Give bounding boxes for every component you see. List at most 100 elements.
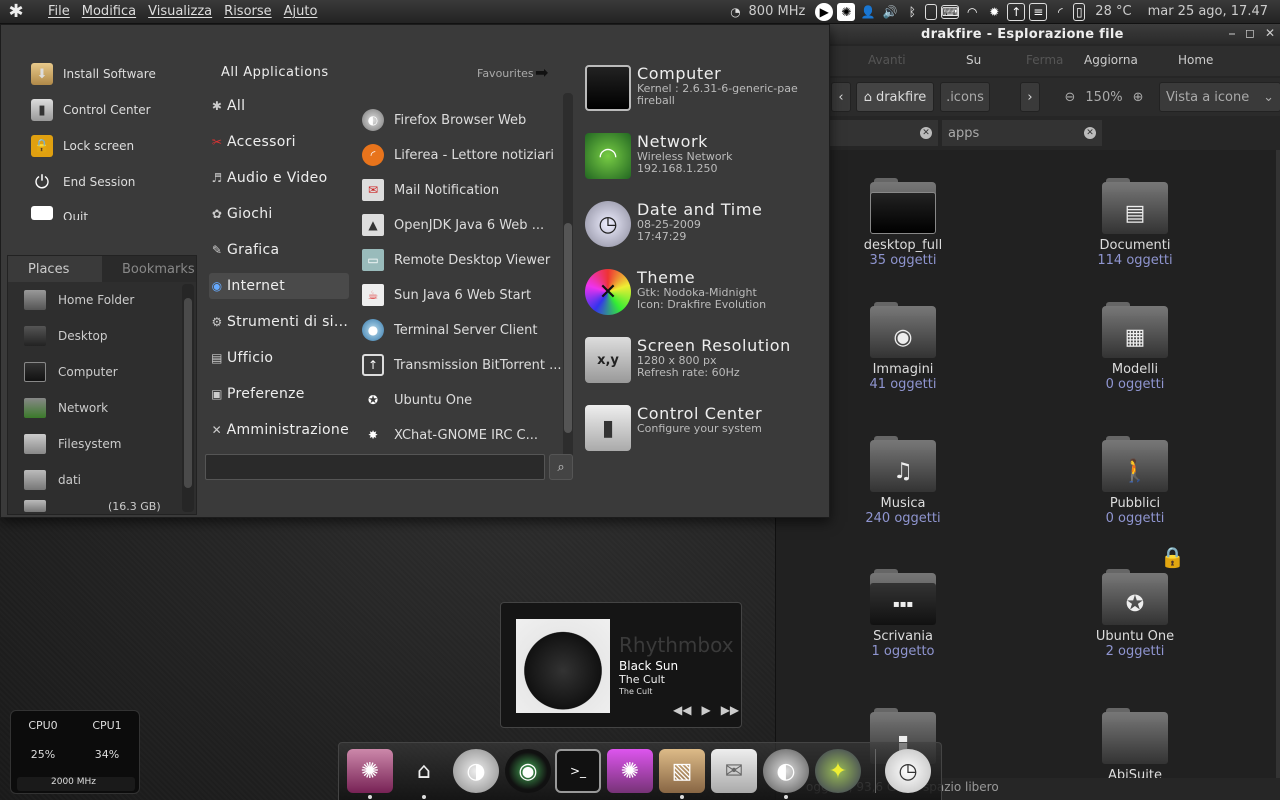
stop-button[interactable]: Ferma	[1026, 53, 1063, 67]
folder-immagini[interactable]: ◉ Immagini 41 oggetti	[828, 302, 978, 392]
place-filesystem[interactable]: Filesystem	[24, 432, 121, 456]
cpu-gauge-icon[interactable]: ◔	[727, 3, 745, 21]
folder-documenti[interactable]: ▤ Documenti 114 oggetti	[1060, 178, 1210, 268]
terminal-icon[interactable]: >_	[555, 749, 601, 793]
category-audio-video[interactable]: ♬ Audio e Video	[209, 165, 349, 191]
settings-icon[interactable]: ✺	[837, 2, 856, 21]
folder-modelli[interactable]: ▦ Modelli 0 oggetti	[1060, 302, 1210, 392]
system-computer[interactable]: Computer Kernel : 2.6.31-6-generic-pae f…	[585, 65, 798, 111]
path-drakfire[interactable]: ⌂ drakfire	[856, 82, 934, 112]
compass-icon[interactable]: ✦	[815, 749, 861, 793]
mail-icon[interactable]: ✉	[711, 749, 757, 793]
music-player-icon[interactable]: ◑	[453, 749, 499, 793]
place-computer[interactable]: Computer	[24, 360, 118, 384]
place-dati[interactable]: dati	[24, 468, 81, 492]
app-firefox[interactable]: ◐ Firefox Browser Web	[362, 107, 562, 133]
install-software-item[interactable]: ⬇ Install Software	[31, 62, 156, 86]
menu-visualizza[interactable]: Visualizza	[142, 4, 218, 19]
place-desktop[interactable]: Desktop	[24, 324, 108, 348]
home-icon[interactable]: ⌂	[401, 749, 447, 793]
app-transmission[interactable]: ↑ Transmission BitTorrent ...	[362, 352, 562, 378]
menu-file[interactable]: File	[42, 4, 76, 19]
menu-ajuto[interactable]: Ajuto	[278, 4, 324, 19]
favourites-link[interactable]: Favourites	[477, 67, 534, 80]
tab-bookmarks[interactable]: Bookmarks	[102, 256, 196, 282]
file-view-scrollbar[interactable]	[1276, 150, 1280, 778]
lock-screen-item[interactable]: 🔒 Lock screen	[31, 134, 134, 158]
chevron-right-icon[interactable]: ›	[1020, 82, 1040, 112]
bluetooth-icon[interactable]: ᛒ	[903, 3, 921, 21]
system-theme[interactable]: ✕ Theme Gtk: Nodoka-Midnight Icon: Drakf…	[585, 269, 766, 315]
category-internet[interactable]: ◉ Internet	[209, 273, 349, 299]
system-screen-resolution[interactable]: x,y Screen Resolution 1280 x 800 px Refr…	[585, 337, 791, 383]
menu-search-input[interactable]	[205, 454, 545, 480]
settings-icon[interactable]: ✺	[347, 749, 393, 793]
app-openjdk[interactable]: ▲ OpenJDK Java 6 Web ...	[362, 212, 562, 238]
app-sun-java[interactable]: ☕ Sun Java 6 Web Start	[362, 282, 562, 308]
user-icon[interactable]: 👤	[859, 3, 877, 21]
search-icon[interactable]: ⌕	[549, 454, 573, 480]
battery-icon[interactable]	[925, 3, 938, 20]
photos-icon[interactable]: ▧	[659, 749, 705, 793]
close-icon[interactable]: ✕	[1265, 26, 1275, 41]
clock[interactable]: mar 25 ago, 17.47	[1148, 4, 1268, 19]
trash-icon[interactable]: ▯	[1073, 2, 1086, 21]
app-ubuntu-one[interactable]: ✪ Ubuntu One	[362, 387, 562, 413]
arrow-right-icon[interactable]: ➡	[535, 63, 548, 82]
clock-icon[interactable]: ◷	[885, 749, 931, 793]
home-button[interactable]: Home	[1178, 53, 1213, 67]
close-icon[interactable]: ✕	[920, 127, 932, 139]
category-ufficio[interactable]: ▤ Ufficio	[209, 345, 349, 371]
folder-musica[interactable]: ♫ Musica 240 oggetti	[828, 436, 978, 526]
menu-risorse[interactable]: Risorse	[218, 4, 278, 19]
chevron-left-icon[interactable]: ‹	[831, 82, 851, 112]
end-session-item[interactable]: ⏻ End Session	[31, 170, 136, 194]
brightness-icon[interactable]: ✹	[985, 3, 1003, 21]
close-icon[interactable]: ✕	[1084, 127, 1096, 139]
category-accessori[interactable]: ✂ Accessori	[209, 129, 349, 155]
view-mode-select[interactable]: Vista a icone ⌄	[1159, 82, 1280, 112]
play-icon[interactable]: ▶	[701, 703, 710, 717]
folder-desktop-full[interactable]: desktop_full 35 oggetti	[828, 178, 978, 268]
camera-icon[interactable]: ◉	[505, 749, 551, 793]
category-strumenti[interactable]: ⚙ Strumenti di si...	[209, 309, 349, 335]
category-giochi[interactable]: ✿ Giochi	[209, 201, 349, 227]
upload-icon[interactable]: ↑	[1007, 2, 1026, 21]
tab-places[interactable]: Places	[8, 256, 102, 282]
previous-icon[interactable]: ◀◀	[673, 703, 691, 717]
wifi-icon[interactable]: ◠	[963, 3, 981, 21]
main-menu-icon[interactable]: ✱	[0, 0, 32, 24]
keyboard-icon[interactable]: ⌨	[941, 4, 960, 19]
app-remote-desktop[interactable]: ▭ Remote Desktop Viewer	[362, 247, 562, 273]
places-scrollbar-thumb[interactable]	[184, 298, 192, 488]
volume-icon[interactable]: 🔊	[881, 3, 899, 21]
system-network[interactable]: ◠ Network Wireless Network 192.168.1.250	[585, 133, 732, 179]
tab-apps[interactable]: apps ✕	[942, 120, 1102, 146]
reload-button[interactable]: Aggiorna	[1084, 53, 1138, 67]
control-center-item[interactable]: ▮ Control Center	[31, 98, 151, 122]
folder-abisuite[interactable]: AbiSuite	[1060, 708, 1210, 778]
app-list-scrollbar[interactable]	[563, 93, 573, 473]
app-mail-notification[interactable]: ✉ Mail Notification	[362, 177, 562, 203]
maximize-icon[interactable]: ◻	[1245, 26, 1255, 41]
category-all[interactable]: ✱ All	[209, 93, 349, 119]
place-home-folder[interactable]: Home Folder	[24, 288, 134, 312]
place-drive[interactable]: (16.3 GB)	[24, 500, 161, 512]
category-amministrazione[interactable]: ✕ Amministrazione	[209, 417, 349, 443]
forward-button[interactable]: Avanti	[868, 53, 906, 67]
folder-ubuntu-one[interactable]: ✪ 🔒 Ubuntu One 2 oggetti	[1060, 545, 1210, 659]
app-xchat[interactable]: ✸ XChat-GNOME IRC C...	[362, 422, 562, 448]
menu-modifica[interactable]: Modifica	[76, 4, 142, 19]
quit-item[interactable]: Quit	[31, 206, 88, 220]
rss-icon[interactable]: ◜	[1051, 3, 1069, 21]
zoom-in-icon[interactable]: ⊕	[1133, 90, 1144, 105]
play-icon[interactable]: ▶	[815, 2, 834, 21]
app-list-scrollbar-thumb[interactable]	[564, 223, 572, 433]
firefox-icon[interactable]: ◐	[763, 749, 809, 793]
notes-icon[interactable]: ≡	[1029, 2, 1048, 21]
places-scrollbar[interactable]	[182, 284, 194, 512]
system-control-center[interactable]: ▮ Control Center Configure your system	[585, 405, 762, 451]
window-titlebar[interactable]: drakfire - Esplorazione file ⎯ ◻ ✕	[776, 24, 1280, 44]
app-terminal-server[interactable]: ● Terminal Server Client	[362, 317, 562, 343]
path-icons[interactable]: .icons	[940, 82, 990, 112]
